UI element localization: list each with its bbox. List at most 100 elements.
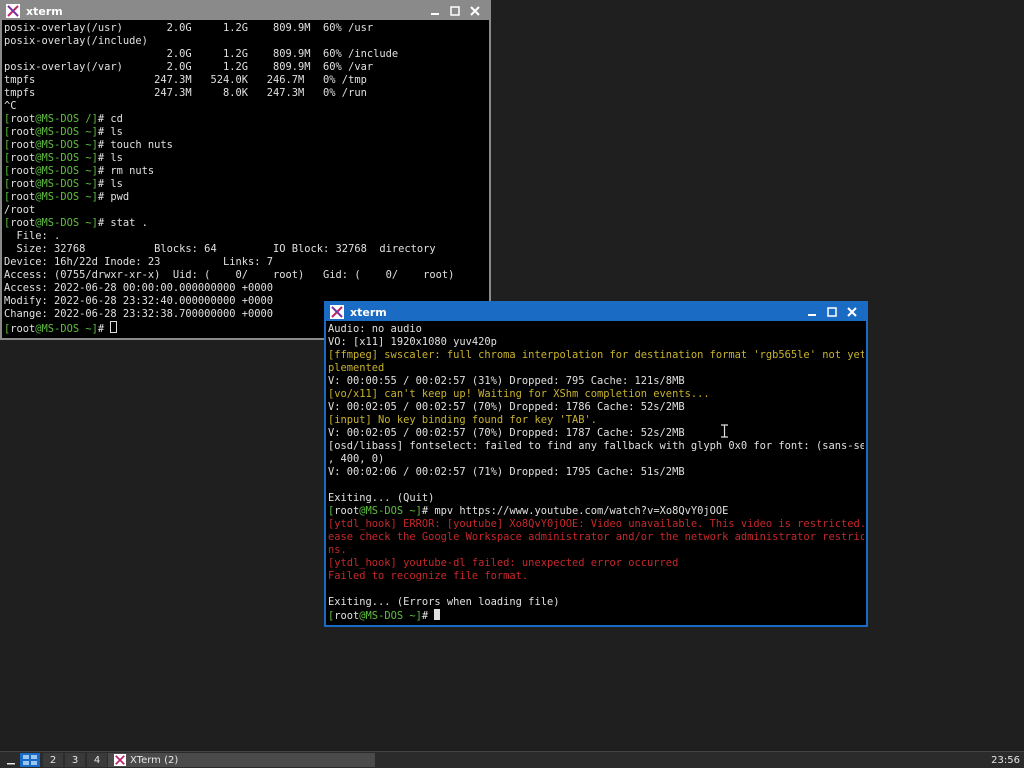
terminal-text: @MS-DOS ~] (35, 323, 98, 335)
terminal-line: [root@MS-DOS ~]# pwd (4, 191, 487, 204)
terminal-text: # mpv https://www.youtube.com/watch?v=Xo… (421, 505, 729, 517)
terminal-line: V: 00:02:06 / 00:02:57 (71%) Dropped: 17… (328, 466, 864, 479)
terminal-text: [vo/x11] can't keep up! Waiting for XShm… (328, 388, 710, 400)
terminal-text: /root (4, 204, 36, 216)
terminal-text: @MS-DOS ~] (35, 152, 98, 164)
terminal-text: root (334, 505, 360, 517)
terminal-text: # ls (97, 126, 123, 138)
terminal-line: posix-overlay(/include) (4, 35, 487, 48)
taskbar-minimize-icon[interactable] (4, 753, 18, 767)
terminal-text: root (334, 610, 360, 622)
terminal-text: [input] No key binding found for key 'TA… (328, 414, 597, 426)
terminal-line: , 400, 0) (328, 453, 864, 466)
terminal-text: , 400, 0) (328, 453, 385, 465)
terminal-text: posix-overlay(/include) (4, 35, 148, 47)
maximize-icon (827, 307, 837, 317)
terminal-text: # pwd (97, 191, 130, 203)
terminal-line: [root@MS-DOS ~]# ls (4, 126, 487, 139)
xterm-window-front[interactable]: xterm Audio: no audio VO: [x11] 1920x1080… (324, 301, 868, 627)
terminal-cursor (110, 321, 118, 333)
window-titlebar[interactable]: xterm (326, 303, 866, 321)
xterm-icon (6, 4, 20, 18)
terminal-output[interactable]: Audio: no audio VO: [x11] 1920x1080 yuv42… (328, 323, 864, 623)
minimize-button[interactable] (802, 304, 822, 320)
terminal-text: Change: 2022-06-28 23:32:38.700000000 +0… (4, 308, 273, 320)
close-icon (470, 6, 480, 16)
minimize-icon (7, 763, 15, 765)
terminal-text: Access: (0755/drwxr-xr-x) Uid: ( 0/ root… (4, 269, 455, 281)
terminal-text: @MS-DOS ~] (359, 505, 422, 517)
terminal-line: V: 00:02:05 / 00:02:57 (70%) Dropped: 17… (328, 427, 864, 440)
terminal-line: [vo/x11] can't keep up! Waiting for XShm… (328, 388, 864, 401)
terminal-line: Exiting... (Errors when loading file) (328, 596, 864, 609)
terminal-text: @MS-DOS ~] (359, 610, 422, 622)
terminal-text: [ytdl_hook] youtube-dl failed: unexpecte… (328, 557, 679, 569)
workspace-4-button[interactable]: 4 (87, 753, 107, 767)
terminal-text: root (10, 217, 36, 229)
terminal-text: # stat . (97, 217, 148, 229)
terminal-text: tmpfs 247.3M 524.0K 246.7M 0% /tmp (4, 74, 367, 86)
terminal-line: ^C (4, 100, 487, 113)
terminal-text: root (10, 165, 36, 177)
terminal-line: Access: (0755/drwxr-xr-x) Uid: ( 0/ root… (4, 269, 487, 282)
terminal-text: Failed to recognize file format. (328, 570, 529, 582)
workspace-1-button[interactable] (20, 753, 40, 767)
minimize-icon (431, 13, 439, 15)
terminal-text: Exiting... (Quit) (328, 492, 435, 504)
terminal-line: Size: 32768 Blocks: 64 IO Block: 32768 d… (4, 243, 487, 256)
terminal-line: [root@MS-DOS ~]# mpv https://www.youtube… (328, 505, 864, 518)
terminal-line: Audio: no audio (328, 323, 864, 336)
terminal-text: tmpfs 247.3M 8.0K 247.3M 0% /run (4, 87, 367, 99)
window-titlebar[interactable]: xterm (2, 2, 489, 20)
minimize-button[interactable] (425, 3, 445, 19)
terminal-text: root (10, 139, 36, 151)
taskbar-task-xterm[interactable]: XTerm (2) (108, 753, 375, 767)
close-button[interactable] (842, 304, 862, 320)
terminal-text: root (10, 126, 36, 138)
maximize-button[interactable] (445, 3, 465, 19)
terminal-text: [ffmpeg] swscaler: full chroma interpola… (328, 349, 864, 361)
terminal-text: @MS-DOS ~] (35, 165, 98, 177)
terminal-text: posix-overlay(/usr) 2.0G 1.2G 809.9M 60%… (4, 22, 374, 34)
terminal-text: # (421, 610, 435, 622)
terminal-text: File: . (4, 230, 61, 242)
terminal-line: 2.0G 1.2G 809.9M 60% /include (4, 48, 487, 61)
taskbar: 2 3 4 XTerm (2) 23:56 (0, 751, 1024, 768)
terminal-line: [root@MS-DOS ~]# touch nuts (4, 139, 487, 152)
terminal-text: ns. (328, 544, 347, 556)
close-button[interactable] (465, 3, 485, 19)
terminal-output[interactable]: posix-overlay(/usr) 2.0G 1.2G 809.9M 60%… (4, 22, 487, 336)
workspace-2-button[interactable]: 2 (43, 753, 63, 767)
terminal-text: Device: 16h/22d Inode: 23 Links: 7 (4, 256, 273, 268)
terminal-text: 2.0G 1.2G 809.9M 60% /include (4, 48, 399, 60)
terminal-text: root (10, 113, 36, 125)
terminal-line: [input] No key binding found for key 'TA… (328, 414, 864, 427)
terminal-line: V: 00:02:05 / 00:02:57 (70%) Dropped: 17… (328, 401, 864, 414)
terminal-line: ease check the Google Workspace administ… (328, 531, 864, 544)
terminal-text: # ls (97, 178, 123, 190)
terminal-text: @MS-DOS ~] (35, 126, 98, 138)
close-icon (847, 307, 857, 317)
terminal-line: [ytdl_hook] youtube-dl failed: unexpecte… (328, 557, 864, 570)
terminal-text: [osd/libass] fontselect: failed to find … (328, 440, 864, 452)
terminal-line: posix-overlay(/usr) 2.0G 1.2G 809.9M 60%… (4, 22, 487, 35)
terminal-line: V: 00:00:55 / 00:02:57 (31%) Dropped: 79… (328, 375, 864, 388)
terminal-text: [ytdl_hook] ERROR: [youtube] Xo8QvY0jOOE… (328, 518, 864, 530)
terminal-text: ^C (4, 100, 17, 112)
terminal-text: ease check the Google Workspace administ… (328, 531, 864, 543)
workspace-3-button[interactable]: 3 (65, 753, 85, 767)
maximize-button[interactable] (822, 304, 842, 320)
terminal-text: @MS-DOS ~] (35, 217, 98, 229)
terminal-text: V: 00:02:05 / 00:02:57 (70%) Dropped: 17… (328, 401, 685, 413)
terminal-text: # touch nuts (97, 139, 173, 151)
terminal-text: root (10, 323, 36, 335)
terminal-line: posix-overlay(/var) 2.0G 1.2G 809.9M 60%… (4, 61, 487, 74)
task-label: XTerm (2) (130, 754, 179, 766)
terminal-text: root (10, 152, 36, 164)
terminal-line: VO: [x11] 1920x1080 yuv420p (328, 336, 864, 349)
terminal-line: ns. (328, 544, 864, 557)
xterm-window-back[interactable]: xterm posix-overlay(/usr) 2.0G 1.2G 809.… (0, 0, 491, 340)
xterm-icon (330, 305, 344, 319)
